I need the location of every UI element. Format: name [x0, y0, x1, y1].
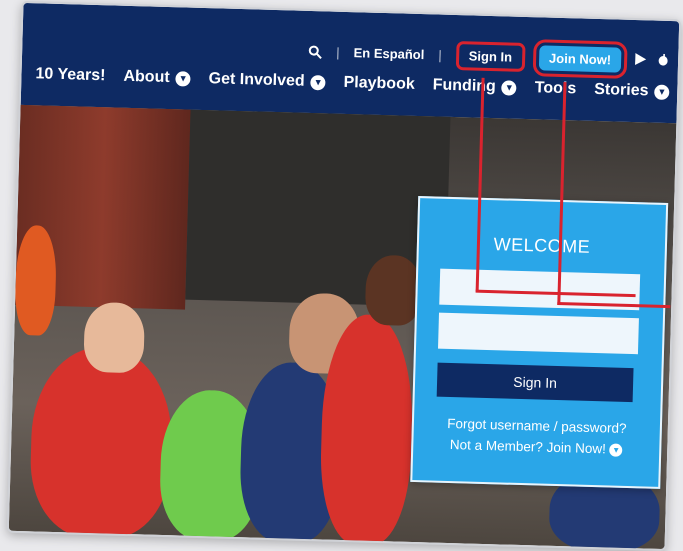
apple-icon[interactable]: [658, 53, 668, 69]
utility-bar: | En Español | Sign In Join Now!: [308, 37, 669, 80]
sign-in-button[interactable]: Sign In: [436, 362, 634, 403]
menu-item-label: 10 Years!: [35, 65, 106, 85]
annotation-line: [557, 82, 677, 309]
menu-item-label: Playbook: [343, 73, 415, 93]
menu-item-label: About: [123, 67, 170, 87]
join-link[interactable]: Not a Member? Join Now!: [450, 437, 606, 456]
menu-item-funding[interactable]: Funding ▼: [432, 76, 518, 96]
child-figure: [28, 345, 174, 540]
adult-figure: [364, 254, 423, 327]
chevron-down-icon: ▼: [175, 70, 191, 87]
join-now-button[interactable]: Join Now!: [532, 38, 628, 80]
menu-item-10-years[interactable]: 10 Years!: [35, 65, 105, 85]
sign-in-link[interactable]: Sign In: [455, 41, 526, 72]
child-figure: [83, 301, 146, 374]
divider: |: [336, 44, 340, 60]
password-field[interactable]: [438, 312, 639, 355]
screenshot-card: | En Español | Sign In Join Now! 10 Year…: [6, 0, 682, 551]
google-play-icon[interactable]: [635, 53, 647, 68]
chevron-down-icon: ▼: [609, 443, 623, 457]
login-links: Forgot username / password? Not a Member…: [413, 412, 660, 461]
chevron-down-icon: ▼: [501, 79, 518, 96]
menu-item-playbook[interactable]: Playbook: [343, 74, 415, 94]
menu-item-get-involved[interactable]: Get Involved ▼: [208, 70, 326, 91]
menu-item-about[interactable]: About ▼: [123, 68, 191, 88]
app-store-links: [635, 53, 668, 69]
menu-item-label: Get Involved: [208, 70, 305, 90]
language-link[interactable]: En Español: [353, 45, 424, 62]
chevron-down-icon: ▼: [310, 74, 326, 90]
divider: |: [438, 47, 442, 63]
search-icon[interactable]: [308, 44, 322, 59]
